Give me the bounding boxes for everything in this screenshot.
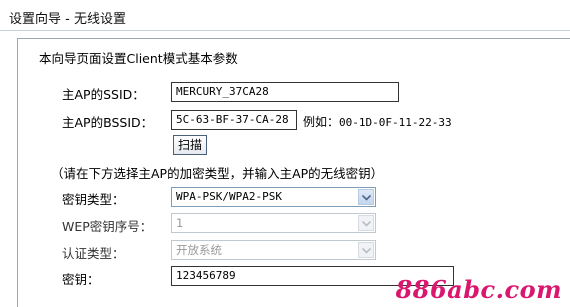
bssid-label: 主AP的BSSID：: [62, 115, 154, 130]
bssid-input[interactable]: 5C-63-BF-37-CA-28: [171, 110, 297, 130]
auth-type-label: 认证类型：: [62, 246, 125, 261]
wep-index-value: 1: [176, 216, 184, 230]
chevron-down-icon[interactable]: [358, 215, 374, 231]
auth-type-select[interactable]: 开放系统: [171, 240, 376, 260]
chevron-down-icon[interactable]: [358, 242, 374, 258]
window-title: 设置向导 - 无线设置: [9, 12, 126, 27]
wep-index-label: WEP密钥序号：: [62, 219, 153, 234]
chevron-down-icon[interactable]: [358, 189, 374, 205]
page-description: 本向导页面设置Client模式基本参数: [39, 51, 238, 66]
key-type-label: 密钥类型：: [62, 192, 125, 207]
bssid-example-prefix: 例如：: [303, 115, 340, 129]
ssid-label: 主AP的SSID：: [62, 87, 145, 102]
encryption-instruction: （请在下方选择主AP的加密类型，并输入主AP的无线密钥）: [51, 166, 384, 181]
auth-type-value: 开放系统: [176, 243, 222, 257]
scan-button[interactable]: 扫描: [173, 135, 208, 155]
ssid-input[interactable]: MERCURY_37CA28: [171, 82, 399, 102]
key-type-value: WPA-PSK/WPA2-PSK: [176, 190, 282, 203]
bssid-example-value: 00-1D-0F-11-22-33: [339, 116, 452, 129]
title-bar: 设置向导 - 无线设置: [0, 0, 570, 31]
watermark-logo: 886abc.com: [395, 275, 562, 304]
key-type-select[interactable]: WPA-PSK/WPA2-PSK: [171, 187, 376, 207]
wep-index-select[interactable]: 1: [171, 213, 376, 233]
bssid-example: 例如：00-1D-0F-11-22-33: [303, 113, 452, 130]
password-label: 密钥：: [62, 272, 100, 287]
settings-panel: 本向导页面设置Client模式基本参数 主AP的SSID： MERCURY_37…: [17, 38, 570, 307]
